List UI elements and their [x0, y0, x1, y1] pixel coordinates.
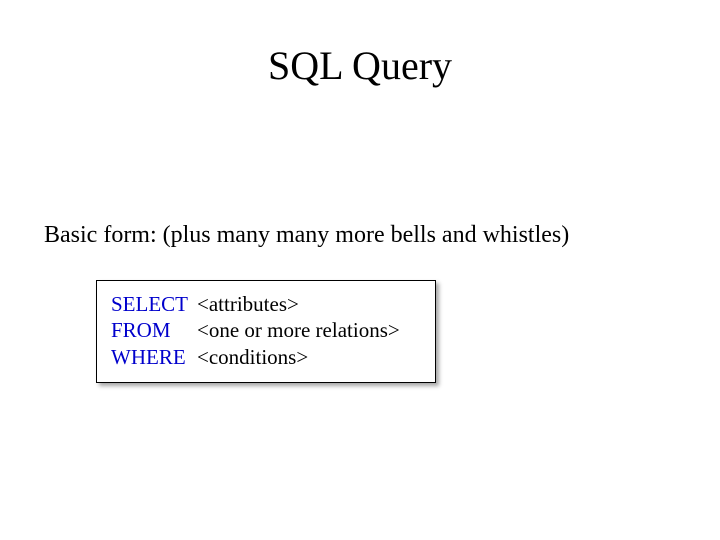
placeholder-relations: <one or more relations> [197, 318, 400, 342]
code-line-where: WHERE<conditions> [111, 344, 421, 370]
placeholder-attributes: <attributes> [197, 292, 299, 316]
page-title: SQL Query [0, 42, 720, 89]
sql-code-box: SELECT<attributes> FROM<one or more rela… [96, 280, 436, 383]
code-line-select: SELECT<attributes> [111, 291, 421, 317]
code-line-from: FROM<one or more relations> [111, 317, 421, 343]
keyword-from: FROM [111, 317, 197, 343]
subtitle-text: Basic form: (plus many many more bells a… [44, 222, 569, 249]
keyword-where: WHERE [111, 344, 197, 370]
keyword-select: SELECT [111, 291, 197, 317]
placeholder-conditions: <conditions> [197, 345, 308, 369]
